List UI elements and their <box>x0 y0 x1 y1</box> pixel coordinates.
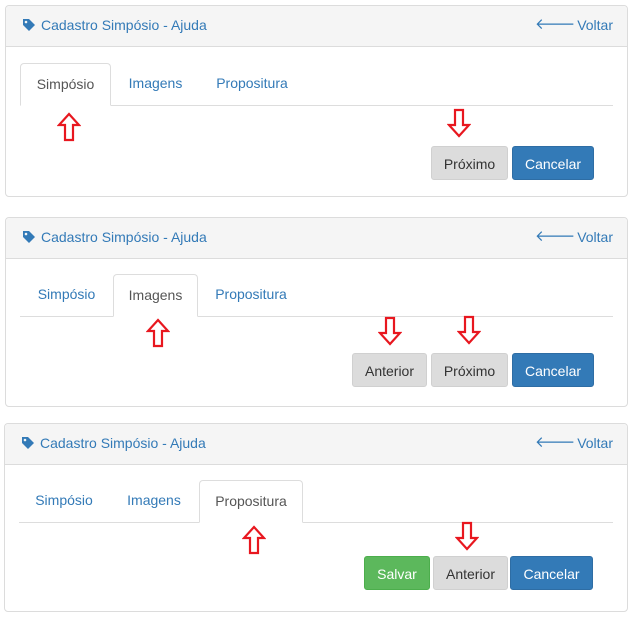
tab-simposio[interactable]: Simpósio <box>20 63 111 106</box>
cancel-button[interactable]: Cancelar <box>510 556 593 590</box>
hollow-down-arrow-icon <box>457 315 481 345</box>
next-button[interactable]: Próximo <box>431 146 508 180</box>
back-link[interactable]: 🡐 Voltar <box>535 229 613 245</box>
back-link-label: Voltar <box>577 17 613 33</box>
back-link-label: Voltar <box>577 229 613 245</box>
panel-title: Cadastro Simpósio - Ajuda <box>22 229 207 245</box>
panel-title: Cadastro Simpósio - Ajuda <box>22 17 207 33</box>
previous-button[interactable]: Anterior <box>433 556 508 590</box>
back-link[interactable]: 🡐 Voltar <box>535 435 613 451</box>
hollow-down-arrow-icon <box>378 316 402 346</box>
next-button[interactable]: Próximo <box>431 353 508 387</box>
tab-propositura[interactable]: Propositura <box>198 274 304 316</box>
back-link[interactable]: 🡐 Voltar <box>535 17 613 33</box>
hollow-up-arrow-icon <box>146 318 170 348</box>
save-button[interactable]: Salvar <box>364 556 430 590</box>
panel-title-text: Cadastro Simpósio - Ajuda <box>41 17 207 33</box>
tab-simposio[interactable]: Simpósio <box>20 274 113 316</box>
tab-imagens[interactable]: Imagens <box>109 480 199 522</box>
tag-icon <box>22 230 36 244</box>
cancel-button[interactable]: Cancelar <box>512 353 594 387</box>
tab-list: Simpósio Imagens Propositura <box>19 480 613 523</box>
arrow-left-icon: 🡐 <box>534 16 576 33</box>
back-link-label: Voltar <box>577 435 613 451</box>
arrow-left-icon: 🡐 <box>534 434 576 451</box>
panel-title-text: Cadastro Simpósio - Ajuda <box>40 435 206 451</box>
hollow-up-arrow-icon <box>242 525 266 555</box>
panel-heading: Cadastro Simpósio - Ajuda 🡐 Voltar <box>5 424 627 465</box>
hollow-down-arrow-icon <box>455 521 479 551</box>
tab-list: Simpósio Imagens Propositura <box>20 274 613 317</box>
panel-title-text: Cadastro Simpósio - Ajuda <box>41 229 207 245</box>
tab-propositura[interactable]: Propositura <box>199 480 303 523</box>
tag-icon <box>21 436 35 450</box>
panel-title: Cadastro Simpósio - Ajuda <box>21 435 206 451</box>
hollow-up-arrow-icon <box>57 112 81 142</box>
tab-imagens[interactable]: Imagens <box>113 274 198 317</box>
arrow-left-icon: 🡐 <box>534 228 576 245</box>
hollow-down-arrow-icon <box>447 108 471 138</box>
cancel-button[interactable]: Cancelar <box>512 146 594 180</box>
help-panel-simposio: Cadastro Simpósio - Ajuda 🡐 Voltar Simpó… <box>5 5 628 197</box>
panel-heading: Cadastro Simpósio - Ajuda 🡐 Voltar <box>6 6 627 47</box>
tab-propositura[interactable]: Propositura <box>200 63 304 105</box>
tab-imagens[interactable]: Imagens <box>111 63 200 105</box>
tab-simposio[interactable]: Simpósio <box>19 480 109 522</box>
tag-icon <box>22 18 36 32</box>
panel-heading: Cadastro Simpósio - Ajuda 🡐 Voltar <box>6 218 627 259</box>
help-panel-imagens: Cadastro Simpósio - Ajuda 🡐 Voltar Simpó… <box>5 217 628 407</box>
tab-list: Simpósio Imagens Propositura <box>20 63 613 106</box>
previous-button[interactable]: Anterior <box>352 353 427 387</box>
help-panel-propositura: Cadastro Simpósio - Ajuda 🡐 Voltar Simpó… <box>4 423 628 612</box>
